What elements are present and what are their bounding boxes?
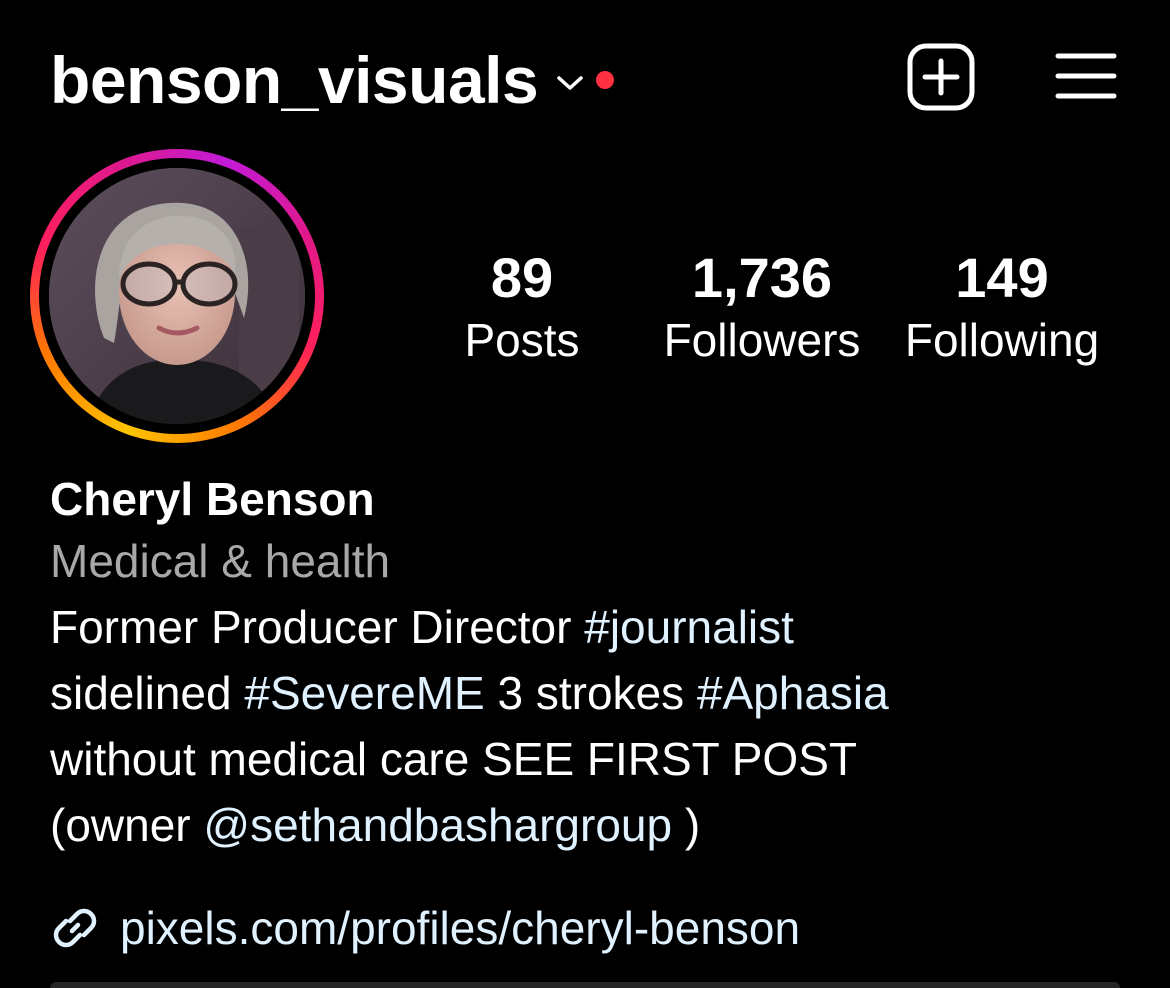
following-count: 149 (955, 246, 1049, 309)
bio-text: (owner (50, 799, 204, 851)
display-name: Cheryl Benson (50, 473, 375, 525)
bio-line: Former Producer Director #journalist (50, 594, 1130, 660)
create-button[interactable] (906, 42, 976, 112)
bio-text: ) (672, 799, 701, 851)
story-ring[interactable] (30, 149, 324, 443)
posts-count: 89 (490, 246, 554, 309)
username[interactable]: benson_visuals (50, 47, 539, 113)
chevron-down-icon[interactable] (556, 73, 584, 93)
account-switcher[interactable]: benson_visuals (50, 30, 615, 130)
followers-label: Followers (663, 314, 861, 366)
bio-text: Former Producer Director (50, 601, 585, 653)
plus-square-icon (907, 43, 975, 111)
hashtag-link[interactable]: #journalist (584, 601, 794, 653)
following-label: Following (904, 314, 1100, 366)
followers-count: 1,736 (691, 246, 833, 309)
posts-label: Posts (464, 314, 580, 366)
link-url[interactable]: pixels.com/profiles/cheryl-benson (120, 895, 800, 961)
bio-line: (owner @sethandbashargroup ) (50, 792, 1130, 858)
profile-bio: Cheryl Benson Medical & health Former Pr… (50, 470, 1130, 858)
hamburger-menu-icon (1055, 53, 1117, 99)
stat-posts[interactable]: 89 Posts (440, 246, 604, 370)
bio-line: sidelined #SevereME 3 strokes #Aphasia (50, 660, 1130, 726)
bio-line: without medical care SEE FIRST POST (50, 726, 1130, 792)
stat-following[interactable]: 149 Following (892, 246, 1112, 370)
external-link[interactable]: pixels.com/profiles/cheryl-benson (50, 895, 800, 961)
bio-text: sidelined (50, 667, 245, 719)
button-row-edge (50, 982, 1120, 988)
menu-button[interactable] (1054, 46, 1118, 106)
hashtag-link[interactable]: #Aphasia (697, 667, 889, 719)
category-label: Medical & health (50, 535, 391, 587)
profile-header: benson_visuals (50, 30, 1120, 130)
bio-text: without medical care SEE FIRST POST (50, 733, 857, 785)
avatar-photo (49, 168, 305, 424)
link-icon (53, 908, 97, 948)
avatar[interactable] (49, 168, 305, 424)
notification-dot (596, 71, 615, 89)
hashtag-link[interactable]: #SevereME (244, 667, 484, 719)
bio-text: 3 strokes (484, 667, 697, 719)
mention-link[interactable]: @sethandbashargroup (203, 799, 672, 851)
profile-stats: 89 Posts 1,736 Followers 149 Following (440, 246, 1130, 376)
stat-followers[interactable]: 1,736 Followers (652, 246, 872, 370)
